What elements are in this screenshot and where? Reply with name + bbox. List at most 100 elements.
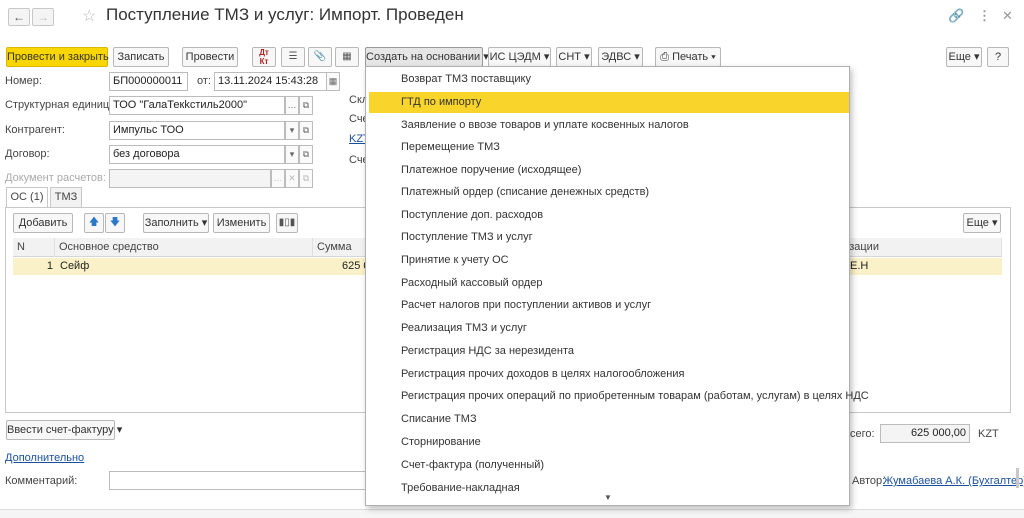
- total-label-partial: сего:: [850, 428, 875, 440]
- open-icon[interactable]: ⧉: [299, 96, 313, 115]
- enter-invoice-label: Ввести счет-фактуру: [7, 424, 114, 436]
- chevron-down-icon[interactable]: ▾: [285, 145, 299, 164]
- additional-link[interactable]: Дополнительно: [5, 452, 84, 464]
- arrow-right-icon: →: [37, 10, 49, 24]
- number-label: Номер:: [5, 75, 42, 87]
- calendar-icon[interactable]: ▦: [326, 72, 340, 91]
- structure-icon[interactable]: ▦: [335, 47, 359, 67]
- menu-item-invoice-received[interactable]: Счет-фактура (полученный): [367, 455, 849, 476]
- arrow-down-icon[interactable]: 🡇: [105, 213, 125, 233]
- arrow-left-icon: ←: [13, 10, 25, 24]
- edvs-button[interactable]: ЭДВС ▾: [598, 47, 643, 67]
- comment-field[interactable]: [109, 471, 369, 490]
- menu-item-cash-out-order[interactable]: Расходный кассовый ордер: [367, 273, 849, 294]
- open-icon[interactable]: ⧉: [299, 121, 313, 140]
- menu-item-storno[interactable]: Сторнирование: [367, 432, 849, 453]
- scroll-down-icon[interactable]: ▼: [367, 492, 849, 504]
- post-and-close-button[interactable]: Провести и закрыть: [6, 47, 109, 67]
- chevron-down-icon: ▾: [584, 51, 590, 63]
- print-button[interactable]: ⎙ Печать ▾: [655, 47, 721, 67]
- favorite-star-icon[interactable]: ☆: [82, 6, 96, 26]
- scrollbar[interactable]: [1016, 468, 1019, 488]
- unit-field[interactable]: ТОО "ГалаТекkстиль2000": [109, 96, 285, 115]
- settle-doc-field: [109, 169, 271, 188]
- total-field: 625 000,00: [880, 424, 970, 443]
- menu-item-vat-nonresident[interactable]: Регистрация НДС за нерезидента: [367, 341, 849, 362]
- status-strip: [0, 509, 1024, 518]
- menu-item-payment-order-debit[interactable]: Платежный ордер (списание денежных средс…: [367, 182, 849, 203]
- number-field[interactable]: БП000000011: [109, 72, 188, 91]
- paperclip-icon[interactable]: 📎: [308, 47, 332, 67]
- from-label: от:: [197, 75, 211, 87]
- contract-label: Договор:: [5, 148, 50, 160]
- list-icon[interactable]: ☰: [281, 47, 305, 67]
- fill-label: Заполнить: [144, 217, 199, 229]
- change-button[interactable]: Изменить: [213, 213, 270, 233]
- kebab-menu-icon[interactable]: ⋮: [978, 8, 991, 24]
- author-label: Автор:: [852, 475, 886, 487]
- menu-item-payment-order-out[interactable]: Платежное поручение (исходящее): [367, 160, 849, 181]
- menu-item-write-off-tmz[interactable]: Списание ТМЗ: [367, 409, 849, 430]
- clear-icon: ✕: [285, 169, 299, 188]
- open-icon[interactable]: ⧉: [299, 145, 313, 164]
- row-tail: Е.Н: [850, 260, 869, 272]
- column-header-asset[interactable]: Основное средство: [55, 238, 313, 257]
- back-button[interactable]: ←: [8, 8, 30, 26]
- row-asset: Сейф: [60, 260, 90, 272]
- chevron-down-icon: ▾: [991, 217, 998, 229]
- save-button[interactable]: Записать: [113, 47, 169, 67]
- tab-tmz[interactable]: ТМЗ: [50, 187, 82, 207]
- menu-item-gtd-import[interactable]: ГТД по импорту: [369, 92, 849, 113]
- ellipsis-icon[interactable]: …: [285, 96, 299, 115]
- contract-field[interactable]: без договора: [109, 145, 285, 164]
- menu-item-other-income[interactable]: Регистрация прочих доходов в целях налог…: [367, 364, 849, 385]
- row-number: 1: [46, 260, 53, 272]
- table-more-button[interactable]: Еще ▾: [963, 213, 1001, 233]
- arrow-up-icon[interactable]: 🡅: [84, 213, 104, 233]
- contractor-field[interactable]: Импульс ТОО: [109, 121, 285, 140]
- tab-os[interactable]: ОС (1): [6, 187, 48, 208]
- add-button[interactable]: Добавить: [13, 213, 73, 233]
- chevron-down-icon[interactable]: ▾: [285, 121, 299, 140]
- create-based-on-label: Создать на основании: [366, 51, 481, 63]
- barcode-icon[interactable]: ▮▯▮: [276, 213, 298, 233]
- link-icon[interactable]: 🔗: [948, 8, 964, 24]
- date-field[interactable]: 13.11.2024 15:43:28: [214, 72, 327, 91]
- menu-item-other-ops-vat[interactable]: Регистрация прочих операций по приобрете…: [367, 386, 869, 407]
- menu-item-accept-os[interactable]: Принятие к учету ОС: [367, 250, 849, 271]
- page-title: Поступление ТМЗ и услуг: Импорт. Проведе…: [106, 5, 464, 24]
- more-button[interactable]: Еще ▾: [946, 47, 982, 67]
- post-button[interactable]: Провести: [182, 47, 238, 67]
- document-window: ← → ☆ Поступление ТМЗ и услуг: Импорт. П…: [0, 0, 1024, 518]
- snt-button[interactable]: СНТ ▾: [556, 47, 592, 67]
- comment-label: Комментарий:: [5, 475, 78, 487]
- is-esdm-button[interactable]: ИС ЦЭДМ ▾: [488, 47, 551, 67]
- chevron-down-icon: ▾: [543, 51, 550, 63]
- column-header-partial[interactable]: низации: [833, 238, 1002, 257]
- chevron-down-icon: ▾: [634, 51, 640, 63]
- menu-item-import-declaration[interactable]: Заявление о ввозе товаров и уплате косве…: [367, 115, 849, 136]
- settle-doc-label: Документ расчетов:: [5, 172, 106, 184]
- forward-button[interactable]: →: [32, 8, 54, 26]
- print-label: Печать: [672, 51, 709, 63]
- create-based-on-button[interactable]: Создать на основании ▾: [365, 47, 489, 67]
- close-icon[interactable]: ✕: [1002, 8, 1013, 24]
- menu-item-sales-tmz[interactable]: Реализация ТМЗ и услуг: [367, 318, 849, 339]
- enter-invoice-button[interactable]: Ввести счет-фактуру ▾: [6, 420, 122, 440]
- dt-kt-icon[interactable]: Дт Кт: [252, 47, 276, 67]
- fill-button[interactable]: Заполнить ▾: [143, 213, 209, 233]
- column-header-n[interactable]: N: [13, 238, 55, 257]
- is-esdm-label: ИС ЦЭДМ: [489, 51, 541, 63]
- help-button[interactable]: ?: [987, 47, 1009, 67]
- author-link[interactable]: Жумабаева А.К. (Бухгалтер): [883, 475, 1024, 487]
- create-based-on-menu: Возврат ТМЗ поставщику ГТД по импорту За…: [365, 66, 869, 506]
- menu-item-tax-calc[interactable]: Расчет налогов при поступлении активов и…: [367, 295, 849, 316]
- menu-item-transfer-tmz[interactable]: Перемещение ТМЗ: [367, 137, 849, 158]
- menu-item-receipt-tmz[interactable]: Поступление ТМЗ и услуг: [367, 227, 849, 248]
- printer-icon: ⎙: [660, 51, 669, 63]
- menu-item-return-tmz[interactable]: Возврат ТМЗ поставщику: [367, 69, 849, 90]
- table-more-label: Еще: [966, 217, 989, 229]
- open-icon: ⧉: [299, 169, 313, 188]
- menu-item-extra-costs[interactable]: Поступление доп. расходов: [367, 205, 849, 226]
- edvs-label: ЭДВС: [601, 51, 632, 63]
